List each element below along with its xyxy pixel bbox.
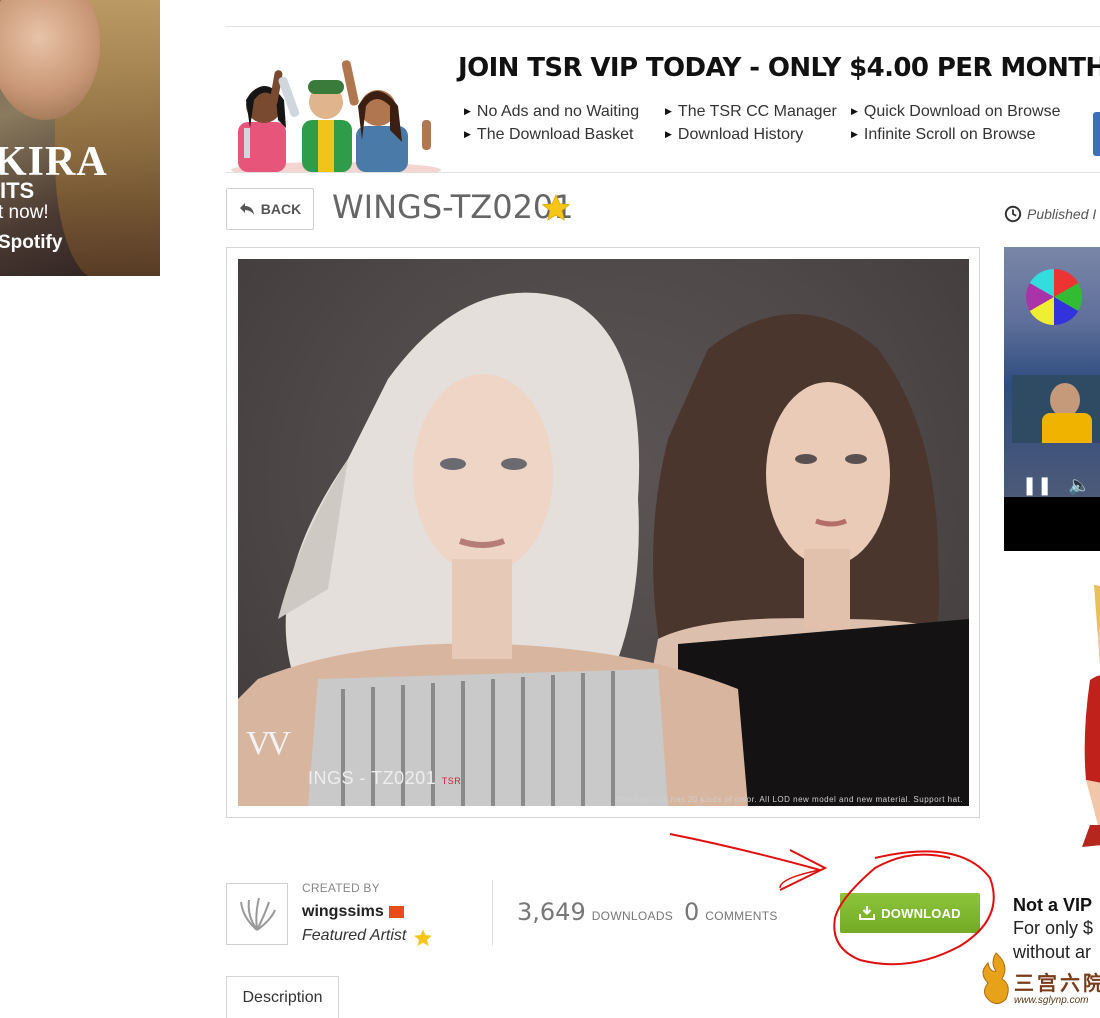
vip-feature: The TSR CC Manager [665, 103, 837, 121]
vip-feature: Download History [665, 126, 803, 144]
back-arrow-icon [239, 203, 254, 215]
wings-logo-icon [240, 897, 276, 931]
page-title: WINGS-TZ0201 [332, 188, 574, 226]
play-pause-icon[interactable]: ❚❚ [1022, 475, 1052, 496]
video-channel-logo [1026, 269, 1082, 325]
vip-sims-illustration [231, 60, 441, 172]
vip-title: JOIN TSR VIP TODAY - ONLY $4.00 PER MONT… [458, 53, 1100, 83]
published-label: Published I [1027, 206, 1097, 222]
downloads-count: 3,649 [517, 898, 586, 926]
featured-star-icon [414, 929, 432, 946]
site-watermark-cn: 三宫六院 [1014, 971, 1100, 995]
preview-watermark-text: INGS - TZ0201 TSR [308, 768, 462, 788]
comments-label: COMMENTS [705, 909, 778, 923]
download-icon [859, 906, 876, 920]
featured-artist-label: Featured Artist [302, 927, 407, 944]
vip-feature: Quick Download on Browse [851, 103, 1061, 121]
video-streamer [1012, 375, 1100, 443]
vip-join-button[interactable] [1093, 112, 1100, 156]
comments-count: 0 [684, 898, 700, 926]
downloads-stat: 3,649 DOWNLOADS [517, 898, 673, 926]
side-character-ad [1082, 585, 1100, 847]
preview-image[interactable]: VV INGS - TZ0201 TSR The hairstyle has 2… [238, 259, 969, 806]
comments-stat[interactable]: 0 COMMENTS [684, 898, 778, 926]
preview-render [238, 292, 969, 806]
download-label: DOWNLOAD [881, 905, 961, 921]
clock-icon [1004, 205, 1022, 223]
download-button[interactable]: DOWNLOAD [840, 893, 980, 933]
video-controls: ❚❚ 🔈 [1022, 475, 1091, 496]
video-advertisement[interactable]: ❚❚ 🔈 [1004, 247, 1100, 551]
preview-watermark-logo: VV [246, 725, 291, 762]
phoenix-logo-icon [982, 952, 1009, 1005]
meta-divider [492, 880, 493, 946]
creator-avatar[interactable] [226, 883, 288, 945]
tab-description[interactable]: Description [226, 976, 339, 1018]
vip-feature: No Ads and no Waiting [464, 103, 639, 121]
flag-icon [389, 906, 404, 918]
divider-vip [226, 172, 1100, 173]
preview-caption: The hairstyle has 20 kinds of color. All… [615, 795, 963, 804]
vip-feature: The Download Basket [464, 126, 634, 144]
vip-feature: Infinite Scroll on Browse [851, 126, 1036, 144]
vip-promo-line1: For only $ [1013, 918, 1094, 938]
back-button[interactable]: BACK [226, 188, 314, 230]
published-date: Published I [1004, 205, 1096, 223]
ad-text-4: Spotify [0, 232, 63, 253]
created-by-label: CREATED BY [302, 881, 380, 895]
back-label: BACK [260, 201, 302, 217]
site-watermark-url: www.sglynp.com [1014, 995, 1089, 1006]
site-watermark: 三宫六院 www.sglynp.com [976, 945, 1100, 1015]
creator-name-link[interactable]: wingssims [302, 903, 384, 921]
left-advertisement[interactable]: KIRA ITS t now! Spotify [0, 0, 160, 276]
downloads-label: DOWNLOADS [591, 909, 674, 923]
ad-text-2: ITS [0, 178, 35, 203]
ad-text-3: t now! [0, 202, 49, 223]
divider-top [226, 26, 1100, 27]
star-icon [541, 193, 571, 221]
vip-promo-title: Not a VIP [1013, 895, 1093, 915]
mute-icon[interactable]: 🔈 [1068, 475, 1090, 496]
